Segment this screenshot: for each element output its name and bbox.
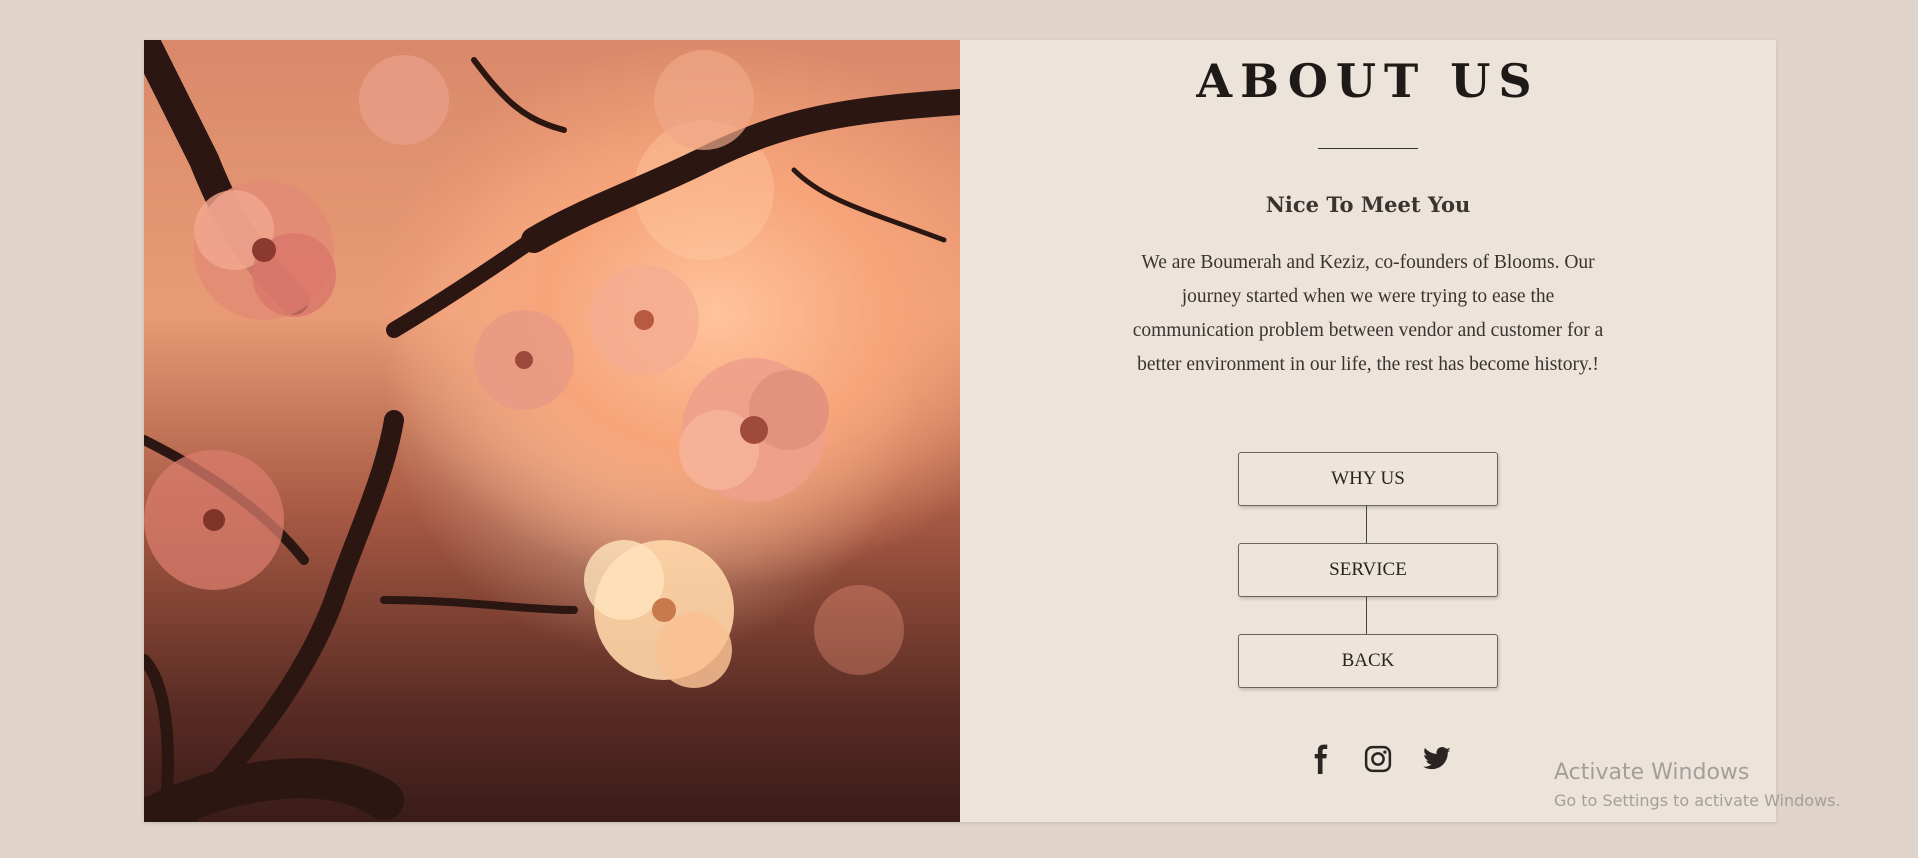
- service-button[interactable]: SERVICE: [1238, 543, 1498, 597]
- about-card: ABOUT US Nice To Meet You We are Boumera…: [144, 40, 1776, 822]
- subtitle: Nice To Meet You: [1265, 192, 1471, 217]
- cherry-blossom-image: [144, 40, 960, 822]
- twitter-icon[interactable]: [1422, 744, 1452, 774]
- facebook-icon[interactable]: [1306, 744, 1336, 774]
- instagram-icon[interactable]: [1363, 744, 1393, 774]
- about-panel: ABOUT US Nice To Meet You We are Boumera…: [960, 40, 1776, 822]
- button-connector: [1366, 505, 1367, 543]
- activate-windows-watermark: Activate Windows Go to Settings to activ…: [1554, 760, 1841, 810]
- button-connector: [1366, 596, 1367, 634]
- why-us-button[interactable]: WHY US: [1238, 452, 1498, 506]
- title-divider: [1318, 148, 1418, 149]
- watermark-subtitle: Go to Settings to activate Windows.: [1554, 791, 1841, 810]
- about-paragraph: We are Boumerah and Keziz, co-founders o…: [1132, 252, 1604, 375]
- back-button[interactable]: BACK: [1238, 634, 1498, 688]
- watermark-title: Activate Windows: [1554, 760, 1750, 785]
- page-title: ABOUT US: [1196, 54, 1540, 108]
